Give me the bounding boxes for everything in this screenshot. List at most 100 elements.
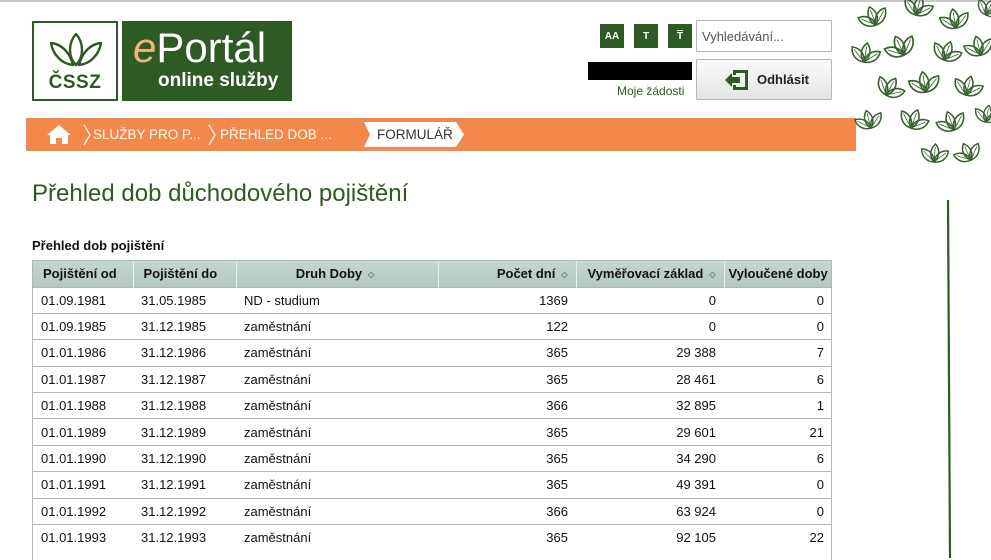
cell-pocet-dni: 122 xyxy=(438,312,576,340)
column-header-pocet-dni[interactable]: Počet dní ◇ xyxy=(438,261,577,287)
table-row[interactable]: 01.09.1981 31.05.1985 ND - studium 1369 0 0 xyxy=(33,286,831,314)
breadcrumb-item-prehled[interactable]: PŘEHLED DOB ... xyxy=(220,118,332,151)
window-frame xyxy=(0,0,991,2)
eportal-prefix: e xyxy=(133,24,157,71)
cssz-logo[interactable]: ČSSZ xyxy=(32,21,118,101)
table-row[interactable]: 01.01.1990 31.12.1990 zaměstnání 365 34 290 6 xyxy=(33,444,831,472)
cell-pojisteni-od: 01.01.1991 xyxy=(33,471,133,499)
table-row[interactable]: 01.01.1991 31.12.1991 zaměstnání 365 49 391 0 xyxy=(33,471,831,499)
search-input[interactable] xyxy=(696,20,832,52)
cell-vymerovaci-zaklad: 92 105 xyxy=(576,524,724,551)
cell-vymerovaci-zaklad: 29 601 xyxy=(576,418,724,446)
table-body: 01.09.1981 31.05.1985 ND - studium 1369 0 0 01… xyxy=(33,286,831,551)
cell-druh-doby: zaměstnání xyxy=(236,365,438,393)
leaves-logo-icon xyxy=(49,32,103,67)
column-label: Druh Doby xyxy=(295,266,363,282)
column-header-pojisteni-od[interactable]: Pojištění od xyxy=(33,261,134,287)
cell-vyloucene-doby: 0 xyxy=(724,312,831,340)
table-row[interactable]: 01.01.1986 31.12.1986 zaměstnání 365 29 388 7 xyxy=(33,339,831,367)
cell-pojisteni-do: 31.05.1985 xyxy=(133,286,236,314)
cell-pocet-dni: 366 xyxy=(438,392,576,419)
cell-vyloucene-doby: 22 xyxy=(724,524,831,551)
sort-icon: ◇ xyxy=(561,270,568,280)
periods-table: Pojištění od Pojištění do Druh Doby ◇ Poč… xyxy=(32,260,832,560)
cell-druh-doby: zaměstnání xyxy=(236,524,438,551)
section-label: Přehled dob pojištění xyxy=(32,238,165,253)
cell-pojisteni-do: 31.12.1987 xyxy=(133,365,236,393)
cell-pocet-dni: 365 xyxy=(438,339,576,367)
cssz-logo-text: ČSSZ xyxy=(48,72,102,93)
cell-vymerovaci-zaklad: 0 xyxy=(576,312,724,340)
cell-vymerovaci-zaklad: 49 391 xyxy=(576,471,724,499)
column-header-vymerovaci-zaklad[interactable]: Vyměřovací základ ◇ xyxy=(576,261,725,287)
cell-pojisteni-do: 31.12.1993 xyxy=(133,524,236,551)
cell-druh-doby: zaměstnání xyxy=(236,471,438,499)
cell-pojisteni-od: 01.01.1992 xyxy=(33,497,133,525)
column-header-pojisteni-do[interactable]: Pojištění do xyxy=(133,261,237,287)
cell-pojisteni-od: 01.01.1993 xyxy=(33,524,133,551)
cell-vyloucene-doby: 7 xyxy=(724,339,831,367)
cell-druh-doby: zaměstnání xyxy=(236,339,438,367)
cell-pocet-dni: 1369 xyxy=(438,286,576,314)
cell-vymerovaci-zaklad: 0 xyxy=(576,286,724,314)
column-header-vyloucene-doby[interactable]: Vyloučené doby◇ xyxy=(724,261,831,287)
logout-icon xyxy=(725,69,748,90)
cell-vymerovaci-zaklad: 32 895 xyxy=(576,392,724,419)
cell-druh-doby: zaměstnání xyxy=(236,497,438,525)
cell-pojisteni-do: 31.12.1988 xyxy=(133,392,236,419)
user-name-redacted xyxy=(588,62,692,80)
font-size-label: AA xyxy=(604,30,620,42)
cell-vymerovaci-zaklad: 63 924 xyxy=(576,497,724,525)
cell-pojisteni-od: 01.09.1985 xyxy=(33,312,133,340)
text-only-label: T xyxy=(642,30,650,42)
cell-vyloucene-doby: 0 xyxy=(724,497,831,525)
table-row[interactable]: 01.09.1985 31.12.1985 zaměstnání 122 0 0 xyxy=(33,312,831,340)
decorative-tree-icon xyxy=(846,0,991,558)
font-size-button[interactable]: AA xyxy=(600,24,624,48)
cell-pojisteni-od: 01.01.1990 xyxy=(33,444,133,472)
cell-vyloucene-doby: 21 xyxy=(724,418,831,446)
cell-pojisteni-do: 31.12.1990 xyxy=(133,444,236,472)
table-row[interactable]: 01.01.1992 31.12.1992 zaměstnání 366 63 924 0 xyxy=(33,497,831,525)
contrast-label: T xyxy=(676,30,684,42)
breadcrumb-current: FORMULÁŘ xyxy=(364,122,464,147)
cell-pocet-dni: 365 xyxy=(438,444,576,472)
cell-pojisteni-od: 01.01.1986 xyxy=(33,339,133,367)
cell-vymerovaci-zaklad: 34 290 xyxy=(576,444,724,472)
cell-druh-doby: zaměstnání xyxy=(236,444,438,472)
home-icon[interactable] xyxy=(46,124,72,145)
logout-button[interactable]: Odhlásit xyxy=(696,59,832,100)
column-label: Pojištění do xyxy=(143,266,218,282)
cell-pojisteni-do: 31.12.1992 xyxy=(133,497,236,525)
eportal-subtitle: online služby xyxy=(158,70,279,91)
cell-pocet-dni: 366 xyxy=(438,497,576,525)
cell-pocet-dni: 365 xyxy=(438,471,576,499)
cell-pojisteni-od: 01.01.1989 xyxy=(33,418,133,446)
cell-vymerovaci-zaklad: 29 388 xyxy=(576,339,724,367)
moje-zadosti-link[interactable]: Moje žádosti xyxy=(617,84,684,98)
column-header-druh-doby[interactable]: Druh Doby ◇ xyxy=(236,261,439,287)
breadcrumb-separator-icon xyxy=(83,124,91,146)
breadcrumb: SLUŽBY PRO P... PŘEHLED DOB ... FORMULÁŘ xyxy=(26,118,856,151)
table-row[interactable]: 01.01.1987 31.12.1987 zaměstnání 365 28 461 6 xyxy=(33,365,831,393)
text-only-button[interactable]: T xyxy=(634,24,658,48)
cell-pocet-dni: 365 xyxy=(438,365,576,393)
table-row[interactable]: 01.01.1989 31.12.1989 zaměstnání 365 29 601 2… xyxy=(33,418,831,446)
cell-vyloucene-doby: 1 xyxy=(724,392,831,419)
cell-vyloucene-doby: 0 xyxy=(724,471,831,499)
breadcrumb-item-sluzby[interactable]: SLUŽBY PRO P... xyxy=(93,118,201,151)
table-row[interactable]: 01.01.1993 31.12.1993 zaměstnání 365 92 105 2… xyxy=(33,524,831,551)
column-label: Pojištění od xyxy=(43,266,117,282)
cell-pojisteni-do: 31.12.1989 xyxy=(133,418,236,446)
sort-icon: ◇ xyxy=(368,270,375,280)
breadcrumb-separator-icon xyxy=(208,124,216,146)
sort-icon: ◇ xyxy=(709,270,716,280)
eportal-logo[interactable]: ePortál online služby xyxy=(122,21,292,101)
table-row[interactable]: 01.01.1988 31.12.1988 zaměstnání 366 32 895 1 xyxy=(33,392,831,419)
logout-label: Odhlásit xyxy=(757,72,810,87)
cell-vyloucene-doby: 6 xyxy=(724,444,831,472)
cell-pojisteni-od: 01.01.1988 xyxy=(33,392,133,419)
contrast-button[interactable]: T xyxy=(668,24,692,48)
column-label: Počet dní xyxy=(496,266,556,282)
cell-druh-doby: zaměstnání xyxy=(236,312,438,340)
